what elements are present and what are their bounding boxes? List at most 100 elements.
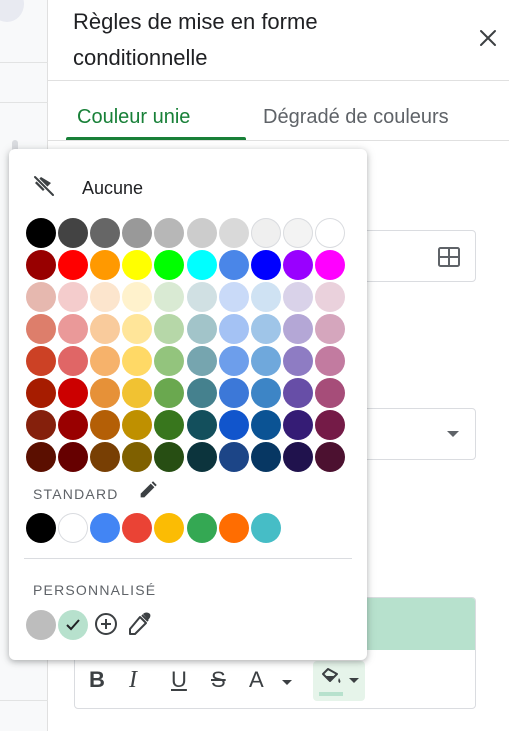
color-swatch[interactable] <box>90 378 120 408</box>
color-swatch[interactable] <box>251 410 281 440</box>
color-swatch[interactable] <box>154 218 184 248</box>
color-swatch[interactable] <box>122 282 152 312</box>
color-swatch[interactable] <box>251 282 281 312</box>
color-swatch[interactable] <box>251 250 281 280</box>
color-swatch[interactable] <box>26 218 56 248</box>
color-swatch[interactable] <box>58 410 88 440</box>
color-swatch[interactable] <box>58 250 88 280</box>
color-swatch[interactable] <box>122 250 152 280</box>
standard-color-swatch[interactable] <box>58 513 88 543</box>
color-swatch[interactable] <box>26 410 56 440</box>
color-swatch[interactable] <box>58 218 88 248</box>
color-swatch[interactable] <box>315 346 345 376</box>
color-swatch[interactable] <box>187 314 217 344</box>
color-swatch[interactable] <box>219 410 249 440</box>
tab-solid-color[interactable]: Couleur unie <box>77 104 190 130</box>
standard-color-swatch[interactable] <box>26 513 56 543</box>
color-swatch[interactable] <box>219 282 249 312</box>
color-swatch[interactable] <box>315 314 345 344</box>
standard-color-swatch[interactable] <box>122 513 152 543</box>
add-circle-icon[interactable] <box>93 611 119 637</box>
standard-color-swatch[interactable] <box>251 513 281 543</box>
color-swatch[interactable] <box>187 378 217 408</box>
color-swatch[interactable] <box>187 250 217 280</box>
grid-icon[interactable] <box>437 246 461 268</box>
bold-button[interactable]: B <box>89 668 105 692</box>
color-swatch[interactable] <box>90 410 120 440</box>
color-swatch[interactable] <box>315 410 345 440</box>
color-swatch[interactable] <box>251 314 281 344</box>
custom-color-swatch[interactable] <box>58 610 88 640</box>
color-swatch[interactable] <box>283 410 313 440</box>
color-swatch[interactable] <box>90 346 120 376</box>
color-swatch[interactable] <box>26 250 56 280</box>
color-swatch[interactable] <box>90 442 120 472</box>
color-swatch[interactable] <box>315 218 345 248</box>
color-swatch[interactable] <box>26 346 56 376</box>
color-swatch[interactable] <box>315 378 345 408</box>
color-swatch[interactable] <box>58 346 88 376</box>
color-swatch[interactable] <box>58 378 88 408</box>
italic-button[interactable]: I <box>129 668 137 692</box>
color-swatch[interactable] <box>122 442 152 472</box>
color-swatch[interactable] <box>26 282 56 312</box>
color-swatch[interactable] <box>187 442 217 472</box>
color-swatch[interactable] <box>122 378 152 408</box>
color-swatch[interactable] <box>251 346 281 376</box>
color-swatch[interactable] <box>187 282 217 312</box>
color-swatch[interactable] <box>251 378 281 408</box>
edit-pencil-icon[interactable] <box>137 479 159 501</box>
standard-color-swatch[interactable] <box>90 513 120 543</box>
standard-color-swatch[interactable] <box>219 513 249 543</box>
text-color-button[interactable]: A <box>249 668 264 692</box>
color-swatch[interactable] <box>58 314 88 344</box>
color-swatch[interactable] <box>283 250 313 280</box>
color-swatch[interactable] <box>219 314 249 344</box>
color-swatch[interactable] <box>187 410 217 440</box>
tab-color-scale[interactable]: Dégradé de couleurs <box>263 104 449 130</box>
color-swatch[interactable] <box>251 218 281 248</box>
color-swatch[interactable] <box>251 442 281 472</box>
color-swatch[interactable] <box>219 250 249 280</box>
color-swatch[interactable] <box>90 218 120 248</box>
color-swatch[interactable] <box>154 346 184 376</box>
color-swatch[interactable] <box>122 218 152 248</box>
color-swatch[interactable] <box>154 442 184 472</box>
color-swatch[interactable] <box>219 442 249 472</box>
color-swatch[interactable] <box>187 346 217 376</box>
color-swatch[interactable] <box>283 218 313 248</box>
color-swatch[interactable] <box>90 282 120 312</box>
standard-color-swatch[interactable] <box>154 513 184 543</box>
strikethrough-button[interactable]: S <box>211 668 226 692</box>
color-swatch[interactable] <box>187 218 217 248</box>
color-swatch[interactable] <box>58 442 88 472</box>
color-swatch[interactable] <box>154 410 184 440</box>
color-swatch[interactable] <box>154 314 184 344</box>
color-swatch[interactable] <box>154 250 184 280</box>
custom-color-swatch[interactable] <box>26 610 56 640</box>
color-swatch[interactable] <box>122 410 152 440</box>
color-swatch[interactable] <box>315 442 345 472</box>
standard-color-swatch[interactable] <box>187 513 217 543</box>
color-swatch[interactable] <box>26 314 56 344</box>
text-color-dropdown-icon[interactable] <box>282 680 292 685</box>
color-swatch[interactable] <box>219 378 249 408</box>
underline-button[interactable]: U <box>171 668 187 692</box>
color-swatch[interactable] <box>283 346 313 376</box>
color-swatch[interactable] <box>154 282 184 312</box>
no-fill-option[interactable]: Aucune <box>9 167 367 207</box>
color-swatch[interactable] <box>283 282 313 312</box>
color-swatch[interactable] <box>219 218 249 248</box>
color-swatch[interactable] <box>26 378 56 408</box>
color-swatch[interactable] <box>90 250 120 280</box>
color-swatch[interactable] <box>315 282 345 312</box>
color-swatch[interactable] <box>122 314 152 344</box>
color-swatch[interactable] <box>283 442 313 472</box>
color-swatch[interactable] <box>58 282 88 312</box>
color-swatch[interactable] <box>315 250 345 280</box>
dropdown-arrow-icon[interactable] <box>447 431 459 437</box>
color-swatch[interactable] <box>219 346 249 376</box>
close-icon[interactable] <box>476 26 500 50</box>
fill-color-button[interactable] <box>313 661 365 701</box>
color-swatch[interactable] <box>26 442 56 472</box>
